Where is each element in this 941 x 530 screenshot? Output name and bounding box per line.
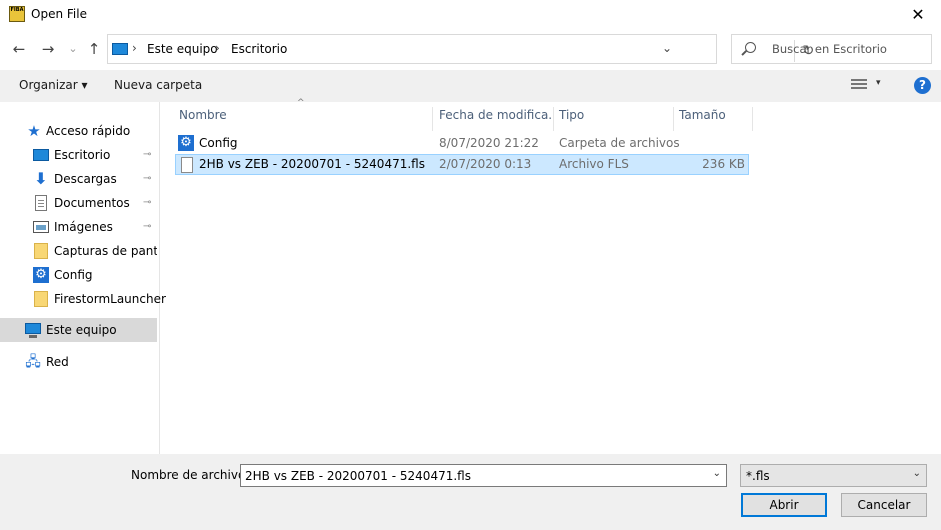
filename-label: Nombre de archivo: <box>131 468 250 482</box>
file-name: 2HB vs ZEB - 20200701 - 5240471.fls <box>199 157 425 171</box>
nav-item-firestormlauncher[interactable]: FirestormLauncher <box>0 287 166 311</box>
new-folder-button[interactable]: Nueva carpeta <box>114 78 202 92</box>
gear-folder-icon: ⚙ <box>33 267 49 283</box>
nav-item-label: Documentos <box>54 196 130 210</box>
open-file-dialog: FIBA Open File ✕ ← → ⌄ ↑ › Este equipo ›… <box>0 0 941 530</box>
filename-input[interactable] <box>245 468 700 484</box>
view-options-icon[interactable] <box>851 79 867 92</box>
file-size: 236 KB <box>702 157 745 171</box>
computer-icon <box>112 43 128 55</box>
documents-icon <box>35 195 47 211</box>
file-row-selected[interactable]: 2HB vs ZEB - 20200701 - 5240471.fls 2/07… <box>175 154 749 175</box>
organize-button[interactable]: Organizar ▾ <box>19 78 88 92</box>
filename-combobox[interactable]: ⌄ <box>240 464 727 487</box>
nav-item-label: Config <box>54 268 93 282</box>
pin-icon[interactable]: ⊸ <box>143 173 151 184</box>
pin-icon[interactable]: ⊸ <box>143 197 151 208</box>
pictures-icon <box>33 221 49 233</box>
help-icon[interactable]: ? <box>914 77 931 94</box>
forward-button[interactable]: → <box>38 39 58 59</box>
back-button[interactable]: ← <box>9 39 29 59</box>
up-button[interactable]: ↑ <box>84 39 104 59</box>
app-icon: FIBA <box>9 6 25 22</box>
chevron-down-icon[interactable]: ⌄ <box>713 468 721 479</box>
recent-locations-button[interactable]: ⌄ <box>63 39 83 59</box>
open-button[interactable]: Abrir <box>741 493 827 517</box>
nav-item-escritorio[interactable]: Escritorio ⊸ <box>0 143 157 167</box>
nav-item-este-equipo[interactable]: Este equipo <box>0 318 157 342</box>
nav-item-acceso-rapido[interactable]: ★ Acceso rápido <box>0 119 157 143</box>
breadcrumb-escritorio[interactable]: Escritorio <box>231 42 287 56</box>
command-bar: Organizar ▾ Nueva carpeta ▾ ? <box>0 70 941 102</box>
breadcrumb-separator: › <box>132 41 137 55</box>
pin-icon[interactable]: ⊸ <box>143 149 151 160</box>
folder-icon <box>34 243 48 259</box>
filetype-value: *.fls <box>746 469 770 483</box>
column-header-type[interactable]: Tipo <box>555 107 674 131</box>
footer-panel: Nombre de archivo: ⌄ *.fls ⌄ Abrir Cance… <box>0 454 941 530</box>
nav-item-red[interactable]: 🖧 Red <box>0 350 157 374</box>
breadcrumb-separator[interactable]: › <box>215 41 220 55</box>
address-row: ← → ⌄ ↑ › Este equipo › Escritorio ⌄ ↻ <box>0 30 941 70</box>
window-title: Open File <box>31 7 87 21</box>
close-button[interactable]: ✕ <box>895 0 941 30</box>
nav-item-capturas[interactable]: Capturas de pantall <box>0 239 157 263</box>
nav-item-label: Imágenes <box>54 220 113 234</box>
breadcrumb-este-equipo[interactable]: Este equipo <box>147 42 218 56</box>
column-header-name[interactable]: Nombre <box>175 107 433 131</box>
navigation-pane: ★ Acceso rápido Escritorio ⊸ ⬇ Descargas… <box>0 102 166 454</box>
network-icon: 🖧 <box>25 354 41 370</box>
nav-item-label: Descargas <box>54 172 117 186</box>
star-icon: ★ <box>27 122 41 140</box>
column-header-size[interactable]: Tamaño <box>675 107 753 131</box>
download-icon: ⬇ <box>34 169 48 188</box>
file-date: 8/07/2020 21:22 <box>439 136 539 150</box>
nav-item-label: Red <box>46 355 69 369</box>
file-name: Config <box>199 136 238 150</box>
search-icon <box>745 42 756 53</box>
address-bar[interactable]: › Este equipo › Escritorio ⌄ ↻ <box>107 34 814 64</box>
search-box[interactable] <box>731 34 932 64</box>
nav-item-label: Este equipo <box>46 323 117 337</box>
file-list: ^ Nombre Fecha de modifica... Tipo Tamañ… <box>160 98 941 454</box>
view-dropdown-icon[interactable]: ▾ <box>876 78 881 88</box>
file-icon <box>181 157 193 173</box>
filetype-select[interactable]: *.fls ⌄ <box>740 464 927 487</box>
nav-item-label: FirestormLauncher <box>54 292 166 306</box>
file-date: 2/07/2020 0:13 <box>439 157 532 171</box>
column-header-date[interactable]: Fecha de modifica... <box>435 107 554 131</box>
file-type: Archivo FLS <box>559 157 629 171</box>
file-type: Carpeta de archivos <box>559 136 680 150</box>
nav-item-documentos[interactable]: Documentos ⊸ <box>0 191 157 215</box>
desktop-icon <box>33 149 49 161</box>
chevron-down-icon[interactable]: ⌄ <box>913 468 921 479</box>
nav-item-label: Acceso rápido <box>46 124 131 138</box>
nav-item-label: Escritorio <box>54 148 111 162</box>
nav-item-imagenes[interactable]: Imágenes ⊸ <box>0 215 157 239</box>
folder-icon <box>34 291 48 307</box>
nav-item-label: Capturas de pantall <box>54 244 157 258</box>
search-input[interactable] <box>772 41 922 57</box>
gear-folder-icon: ⚙ <box>178 135 194 151</box>
computer-icon <box>25 323 41 338</box>
nav-item-descargas[interactable]: ⬇ Descargas ⊸ <box>0 167 157 191</box>
nav-item-config[interactable]: ⚙ Config <box>0 263 157 287</box>
cancel-button[interactable]: Cancelar <box>841 493 927 517</box>
title-bar: FIBA Open File ✕ <box>0 0 941 30</box>
file-row[interactable]: ⚙ Config 8/07/2020 21:22 Carpeta de arch… <box>175 133 749 154</box>
pin-icon[interactable]: ⊸ <box>143 221 151 232</box>
address-dropdown-icon[interactable]: ⌄ <box>662 41 672 55</box>
